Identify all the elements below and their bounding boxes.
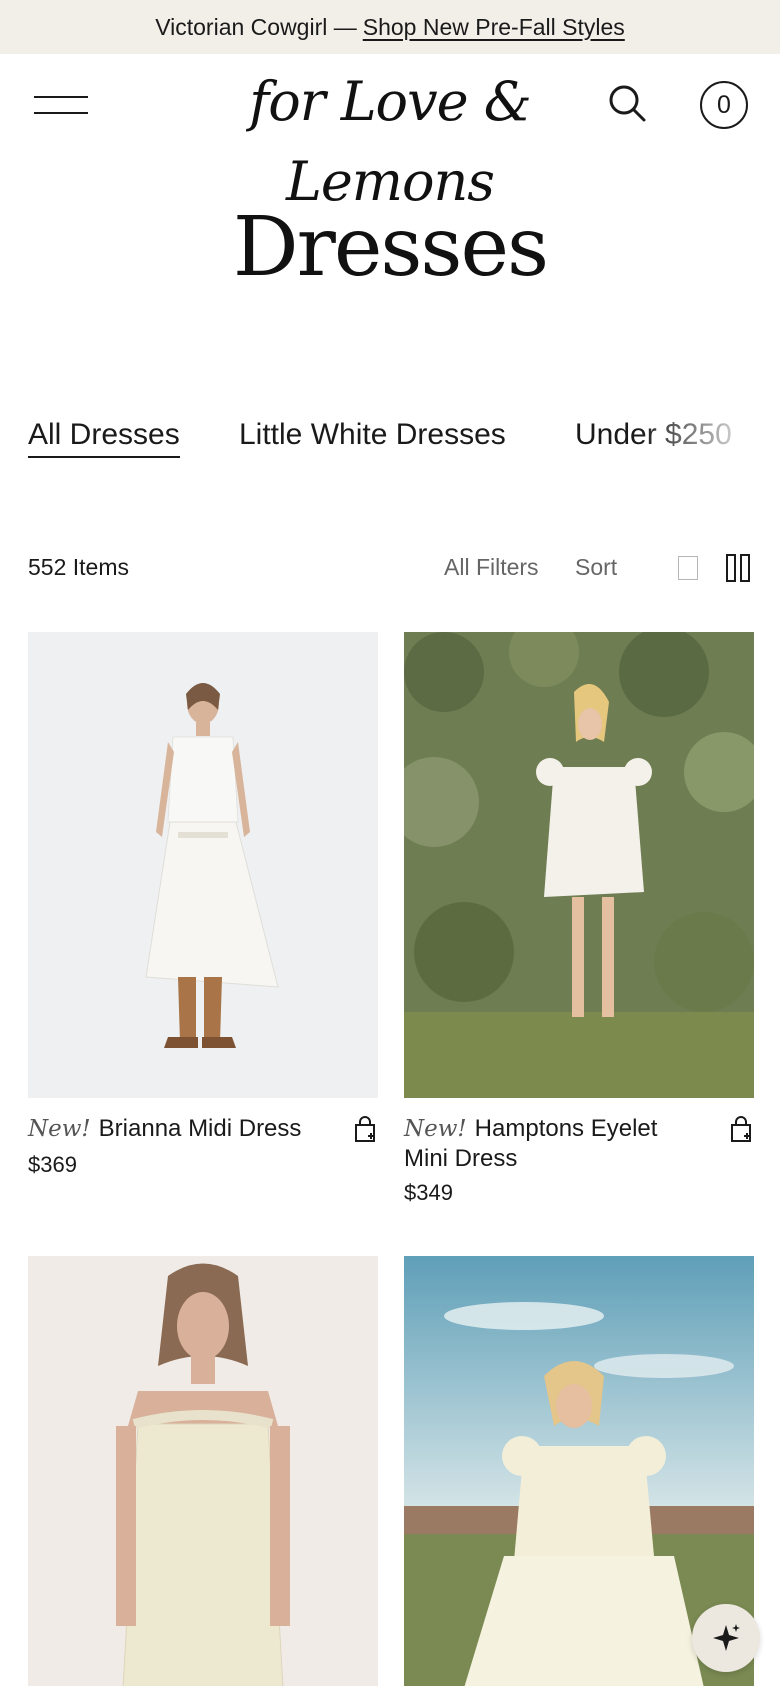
product-image[interactable] [404, 632, 754, 1098]
brand-logo[interactable]: for Love & Lemons [190, 62, 590, 213]
announcement-text: Victorian Cowgirl — [155, 13, 357, 40]
product-title: Brianna Midi Dress [98, 1115, 302, 1142]
sparkle-icon [713, 1624, 740, 1651]
all-filters-button[interactable]: All Filters [444, 554, 539, 581]
sort-button[interactable]: Sort [575, 554, 617, 581]
search-icon[interactable] [604, 80, 652, 128]
menu-icon[interactable] [34, 92, 88, 120]
site-header: for Love & Lemons 0 [0, 54, 780, 213]
sparkle-assistant-button[interactable] [692, 1604, 760, 1672]
product-name[interactable]: New! Hamptons Eyelet Mini Dress [404, 1114, 704, 1174]
product-price: $349 [404, 1180, 453, 1205]
cart-count: 0 [717, 90, 731, 119]
add-to-bag-icon[interactable] [352, 1116, 378, 1144]
tab-little-white-dresses[interactable]: Little White Dresses [239, 418, 506, 452]
announcement-link[interactable]: Shop New Pre-Fall Styles [363, 14, 625, 41]
category-tabs: All Dresses Little White Dresses Under $… [0, 418, 780, 478]
product-image[interactable] [28, 1256, 378, 1686]
single-column-view-icon[interactable] [678, 556, 698, 580]
cart-button[interactable]: 0 [700, 81, 748, 129]
product-name[interactable]: New! Brianna Midi Dress [28, 1114, 328, 1144]
page-title: Dresses [232, 200, 549, 295]
results-toolbar: 552 Items All Filters Sort [0, 548, 780, 588]
item-count: 552 Items [28, 554, 129, 580]
two-column-view-icon[interactable] [726, 554, 752, 582]
product-image[interactable] [28, 632, 378, 1098]
tab-under-250[interactable]: Under $250 [575, 418, 732, 452]
new-badge: New! [404, 1116, 467, 1142]
announcement-bar: Victorian Cowgirl — Shop New Pre-Fall St… [0, 0, 780, 54]
add-to-bag-icon[interactable] [728, 1116, 754, 1144]
product-price: $369 [28, 1152, 77, 1177]
new-badge: New! [28, 1116, 91, 1142]
tab-all-dresses[interactable]: All Dresses [28, 418, 180, 458]
